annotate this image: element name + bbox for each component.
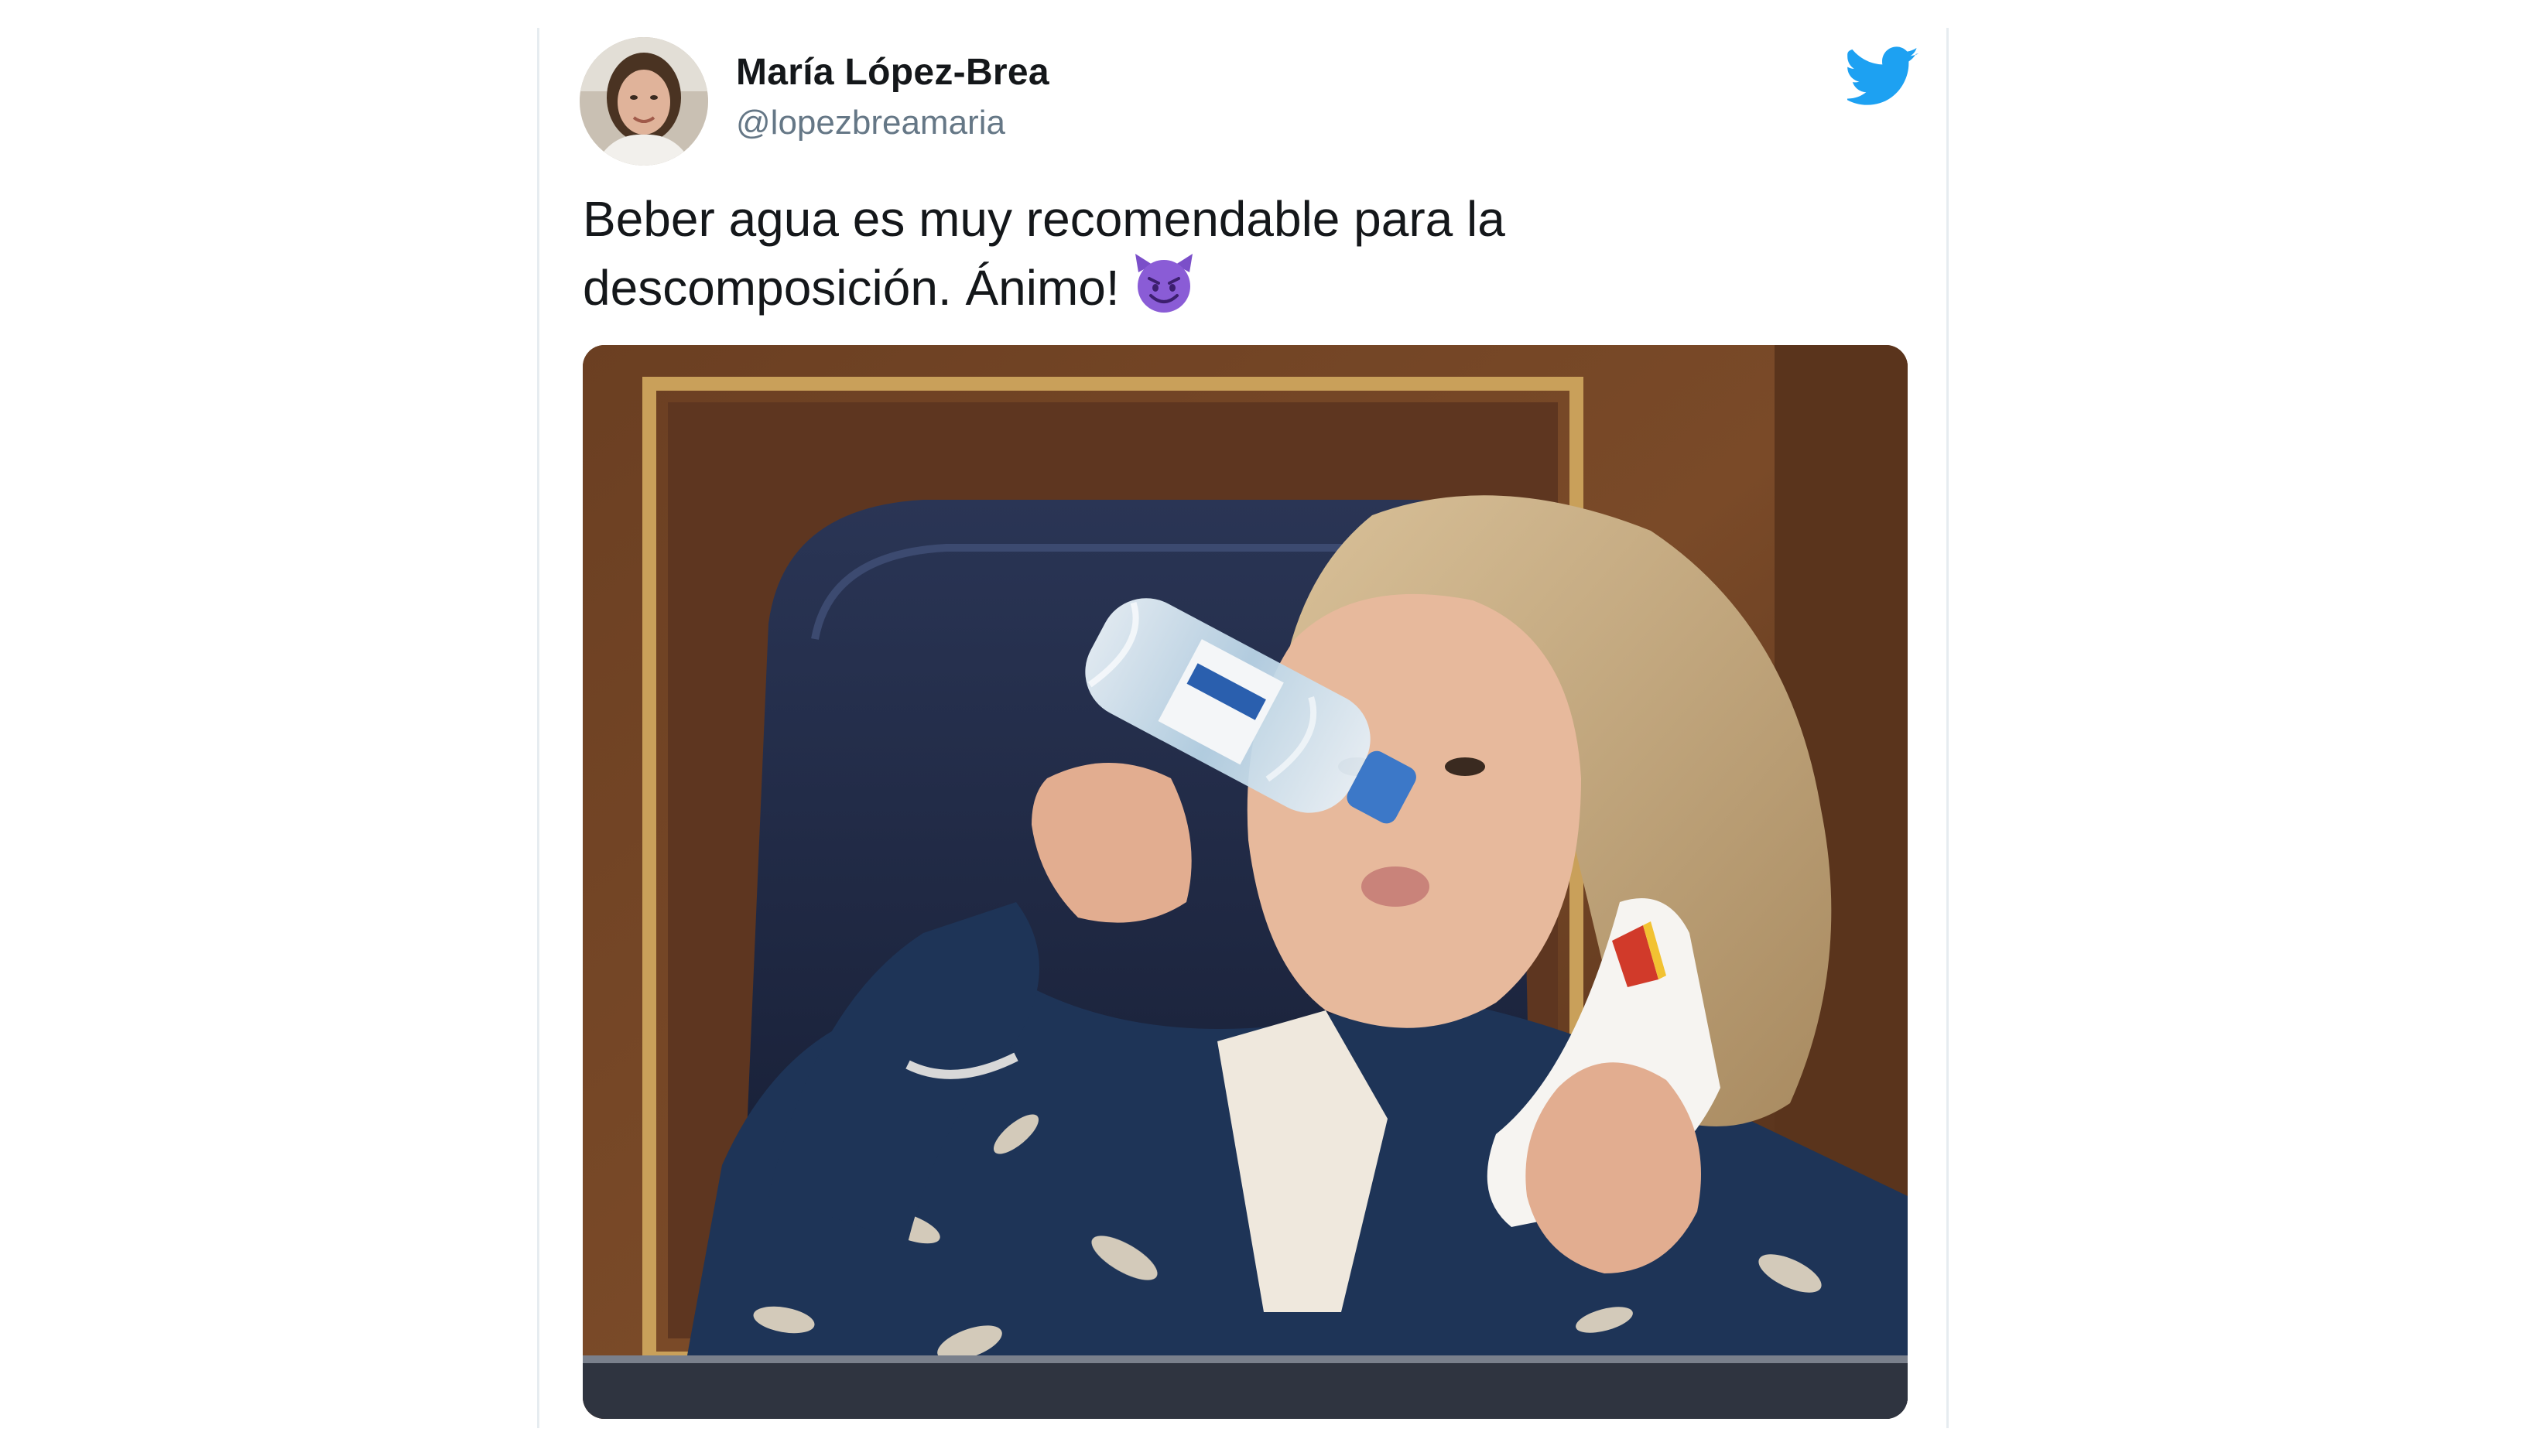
tweet-media-photo[interactable]	[583, 345, 1908, 1419]
tweet-card[interactable]: María López-Brea @lopezbreamaria Beber a…	[537, 28, 1949, 1428]
author-avatar[interactable]	[580, 37, 708, 166]
tweet-text-line-2-text: descomposición. Ánimo!	[583, 260, 1120, 316]
smiling-face-with-horns-icon	[1131, 249, 1197, 316]
author-name[interactable]: María López-Brea	[736, 51, 1049, 94]
twitter-bird-icon[interactable]	[1844, 46, 1920, 107]
avatar-photo	[580, 37, 708, 166]
photo-illustration	[583, 345, 1908, 1419]
tweet-text-line-1: Beber agua es muy recomendable para la	[583, 191, 1505, 247]
screenshot-stage: María López-Brea @lopezbreamaria Beber a…	[0, 0, 2526, 1456]
author-handle[interactable]: @lopezbreamaria	[736, 104, 1005, 142]
devil-emoji-glyph	[1135, 254, 1193, 313]
twitter-bird-glyph	[1844, 46, 1919, 105]
tweet-text-line-2: descomposición. Ánimo!	[583, 249, 1898, 318]
tweet-text: Beber agua es muy recomendable para la d…	[583, 189, 1898, 318]
